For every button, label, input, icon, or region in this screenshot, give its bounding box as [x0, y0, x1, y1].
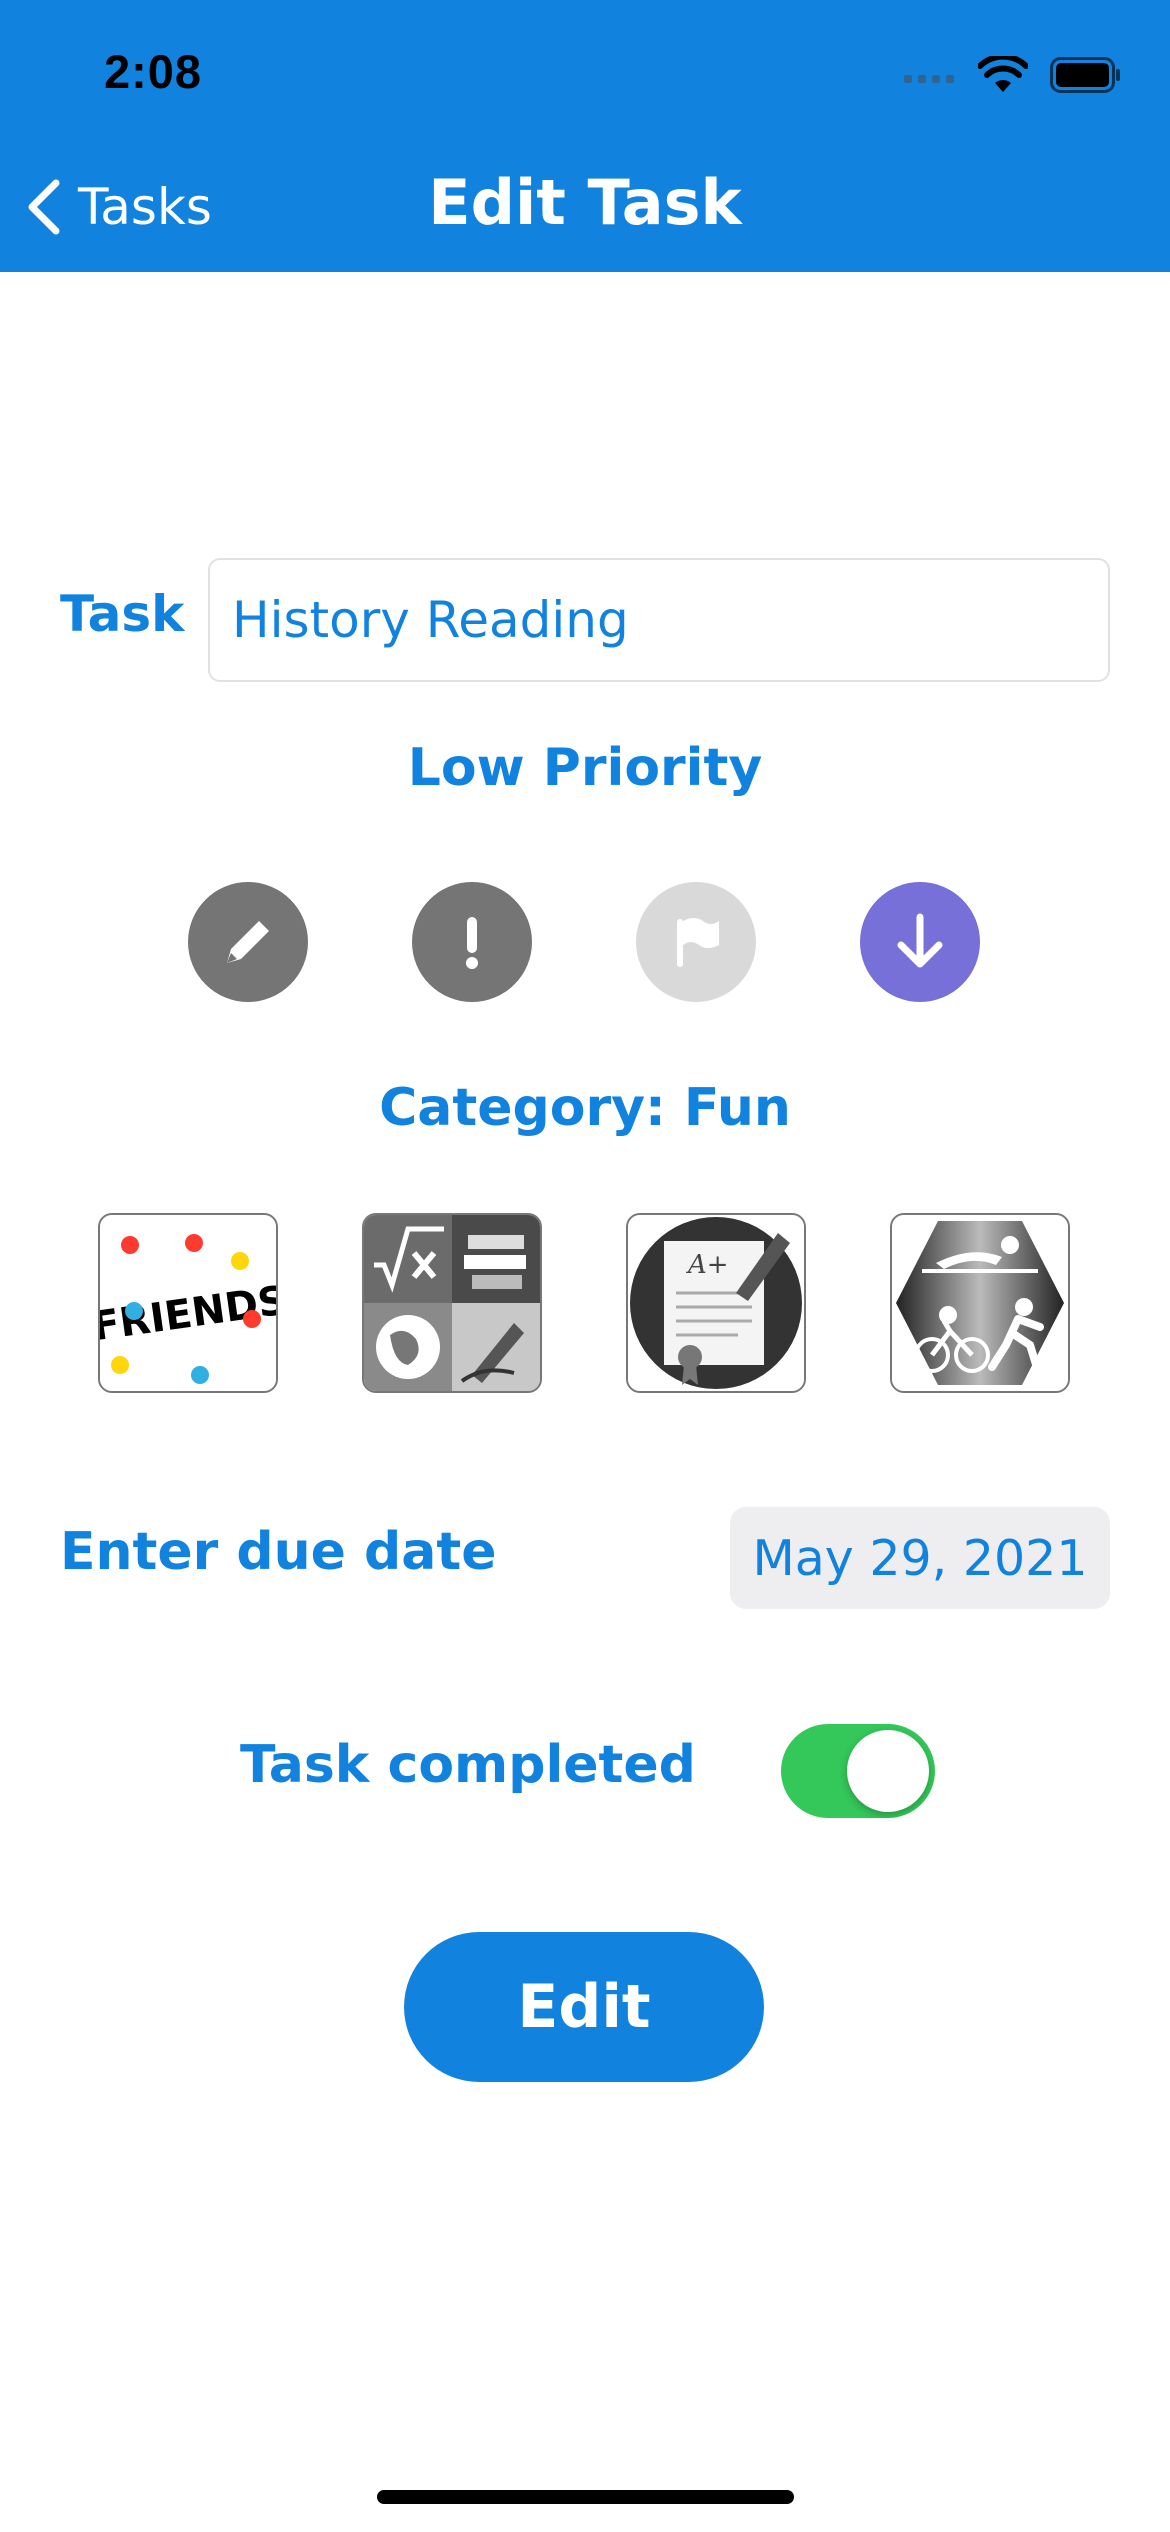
category-grade-paper-tile[interactable]: A+	[626, 1213, 806, 1393]
cellular-signal-icon	[904, 75, 954, 83]
category-math-study-tile[interactable]	[362, 1213, 542, 1393]
status-icons	[904, 52, 1122, 98]
navigation-header: 2:08 Tasks Edit Task	[0, 0, 1170, 272]
priority-pencil-button[interactable]	[188, 882, 308, 1002]
friends-logo-icon: FRIENDS	[100, 1215, 276, 1391]
task-name-input[interactable]	[208, 558, 1110, 682]
task-label: Task	[60, 585, 185, 643]
category-label: Category: Fun	[379, 1078, 791, 1138]
priority-label: Low Priority	[407, 738, 763, 798]
due-date-label: Enter due date	[60, 1522, 497, 1582]
status-time: 2:08	[104, 45, 203, 98]
priority-exclamation-button[interactable]	[412, 882, 532, 1002]
math-study-icon	[364, 1215, 540, 1391]
priority-flag-button[interactable]	[636, 882, 756, 1002]
task-completed-toggle[interactable]	[781, 1724, 935, 1818]
graded-paper-icon: A+	[628, 1215, 804, 1391]
priority-arrow-down-button[interactable]	[860, 882, 980, 1002]
toggle-knob	[847, 1730, 929, 1812]
home-indicator	[377, 2490, 794, 2504]
triathlon-icon	[892, 1215, 1068, 1391]
arrow-down-icon	[897, 913, 943, 968]
wifi-icon	[978, 56, 1028, 92]
battery-icon	[1050, 57, 1120, 93]
edit-button[interactable]: Edit	[404, 1932, 764, 2082]
due-date-picker[interactable]: May 29, 2021	[730, 1507, 1110, 1609]
category-triathlon-tile[interactable]	[890, 1213, 1070, 1393]
pencil-icon	[227, 921, 269, 963]
flag-icon	[677, 918, 719, 967]
task-completed-label: Task completed	[240, 1735, 696, 1795]
category-friends-tile[interactable]: FRIENDS	[98, 1213, 278, 1393]
exclamation-icon	[466, 917, 478, 969]
page-title: Edit Task	[428, 166, 742, 239]
svg-text:A+: A+	[686, 1250, 729, 1280]
